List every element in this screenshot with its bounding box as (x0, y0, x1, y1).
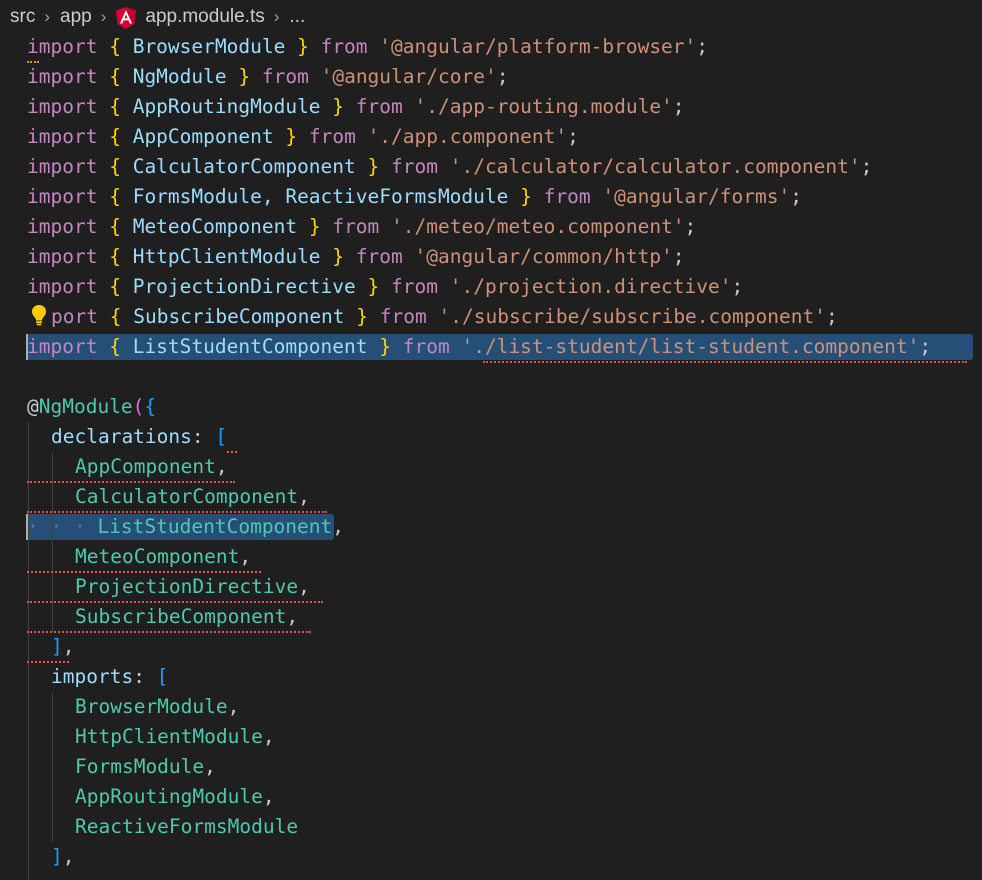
breadcrumb-file[interactable]: app.module.ts (145, 6, 264, 28)
angular-icon (116, 7, 137, 29)
error-squiggle (483, 358, 967, 363)
code-editor[interactable]: import { BrowserModule } from '@angular/… (0, 32, 982, 880)
code-line-17: · · · ListStudentComponent, (27, 515, 345, 538)
code-line-27: ReactiveFormsModule (75, 815, 299, 838)
code-line-1: import { BrowserModule } from '@angular/… (27, 35, 709, 58)
code-line-22: imports: [ (51, 665, 169, 688)
code-line-9: import { ProjectionDirective } from './p… (27, 275, 744, 298)
code-line-2: import { NgModule } from '@angular/core'… (27, 65, 509, 88)
code-line-14: declarations: [ (51, 425, 228, 448)
error-squiggle (227, 448, 237, 453)
lightbulb-icon[interactable] (29, 303, 49, 327)
code-line-23: BrowserModule, (75, 695, 240, 718)
code-line-6: import { FormsModule, ReactiveFormsModul… (27, 185, 802, 208)
breadcrumb: src › app › app.module.ts › ... (0, 0, 982, 34)
code-line-13: @NgModule({ (27, 395, 157, 418)
indent-guide (28, 422, 29, 880)
code-line-5: import { CalculatorComponent } from './c… (27, 155, 873, 178)
indent-guide (52, 692, 53, 842)
breadcrumb-src[interactable]: src (10, 6, 35, 28)
code-line-7: import { MeteoComponent } from './meteo/… (27, 215, 697, 238)
code-line-8: import { HttpClientModule } from '@angul… (27, 245, 685, 268)
code-line-24: HttpClientModule, (75, 725, 275, 748)
code-line-25: FormsModule, (75, 755, 216, 778)
code-line-4: import { AppComponent } from './app.comp… (27, 125, 579, 148)
chevron-right-icon: › (100, 7, 107, 26)
code-line-28: ], (51, 845, 75, 868)
code-line-26: AppRoutingModule, (75, 785, 275, 808)
code-line-10: port { SubscribeComponent } from './subs… (51, 305, 838, 328)
breadcrumb-more[interactable]: ... (289, 6, 305, 28)
chevron-right-icon: › (44, 7, 50, 26)
chevron-right-icon: › (273, 7, 280, 26)
breadcrumb-app[interactable]: app (60, 6, 92, 28)
code-line-3: import { AppRoutingModule } from './app-… (27, 95, 685, 118)
